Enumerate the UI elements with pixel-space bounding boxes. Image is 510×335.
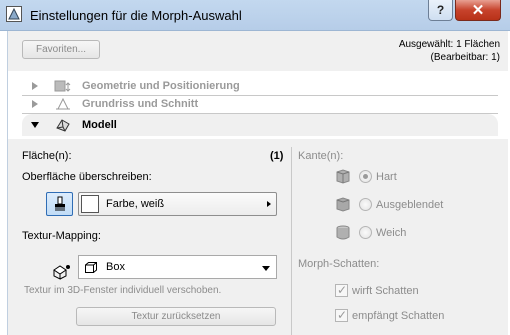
edge-smooth-label: Weich bbox=[376, 227, 407, 239]
receives-shadows-label: empfängt Schatten bbox=[352, 310, 445, 322]
tree-item-floorplan[interactable]: Grundriss und Schnitt bbox=[22, 95, 498, 114]
help-icon: ? bbox=[436, 3, 445, 17]
selection-info: Ausgewählt: 1 Flächen (Bearbeitbar: 1) bbox=[399, 38, 500, 64]
geometry-icon bbox=[54, 80, 71, 92]
close-icon: ✕ bbox=[471, 1, 485, 19]
panel-divider bbox=[291, 147, 292, 335]
expand-arrow-icon[interactable] bbox=[32, 100, 38, 108]
edge-hidden-label: Ausgeblendet bbox=[376, 199, 444, 211]
chevron-down-icon bbox=[262, 266, 270, 271]
collapse-arrow-icon[interactable] bbox=[31, 122, 39, 128]
model-icon bbox=[56, 119, 70, 132]
selected-count: Ausgewählt: 1 Flächen bbox=[398, 39, 500, 50]
smooth-edge-icon bbox=[336, 225, 350, 240]
reset-texture-button[interactable]: Textur zurücksetzen bbox=[76, 307, 276, 326]
tree-item-model[interactable]: Modell bbox=[22, 114, 498, 136]
casts-shadows-label: wirft Schatten bbox=[352, 285, 419, 297]
tree-item-label: Geometrie und Positionierung bbox=[82, 80, 240, 92]
edge-hidden-radio[interactable] bbox=[359, 198, 372, 211]
morph-app-icon bbox=[6, 6, 22, 22]
edge-hard-label: Hart bbox=[376, 171, 397, 183]
floorplan-icon bbox=[56, 97, 70, 110]
texture-mapping-icon bbox=[53, 265, 70, 280]
casts-shadows-checkbox[interactable]: ✓ bbox=[335, 283, 348, 297]
texture-mapping-value: Box bbox=[106, 261, 125, 273]
material-picker[interactable]: Farbe, weiß bbox=[78, 192, 277, 216]
expand-arrow-icon[interactable] bbox=[32, 82, 38, 90]
edge-hard-radio[interactable] bbox=[359, 170, 372, 183]
override-surface-toggle[interactable] bbox=[46, 192, 73, 216]
dialog-client-area: Favoriten... Ausgewählt: 1 Flächen (Bear… bbox=[7, 31, 508, 335]
checkmark-icon: ✓ bbox=[337, 283, 348, 297]
edges-label: Kante(n): bbox=[298, 150, 344, 162]
edge-smooth-radio[interactable] bbox=[359, 226, 372, 239]
favorites-button[interactable]: Favoriten... bbox=[22, 40, 100, 59]
hard-edge-icon bbox=[336, 169, 350, 184]
morph-shadows-label: Morph-Schatten: bbox=[298, 258, 380, 270]
model-panel: Fläche(n): (1) Oberfläche überschreiben:… bbox=[8, 139, 508, 335]
material-name: Farbe, weiß bbox=[106, 198, 165, 210]
hidden-edge-icon bbox=[336, 197, 350, 212]
chevron-right-icon bbox=[267, 201, 271, 207]
override-surface-label: Oberfläche überschreiben: bbox=[22, 171, 152, 183]
tree-item-label: Grundriss und Schnitt bbox=[82, 98, 199, 110]
faces-count: (1) bbox=[270, 150, 284, 162]
material-swatch bbox=[81, 195, 99, 213]
header-area: Favoriten... Ausgewählt: 1 Flächen (Bear… bbox=[8, 31, 508, 71]
checkmark-icon: ✓ bbox=[337, 308, 348, 322]
texture-note: Textur im 3D-Fenster individuell verscho… bbox=[24, 285, 222, 296]
help-button[interactable]: ? bbox=[428, 0, 453, 21]
faces-label: Fläche(n): bbox=[22, 150, 72, 162]
editable-count: (Bearbeitbar: 1) bbox=[430, 52, 500, 63]
settings-tree: Geometrie und Positionierung Grundriss u… bbox=[8, 71, 508, 139]
texture-mapping-select[interactable]: Box bbox=[78, 255, 277, 279]
tree-item-geometry[interactable]: Geometrie und Positionierung bbox=[22, 77, 498, 96]
tree-item-label: Modell bbox=[82, 119, 117, 131]
box-mapping-icon bbox=[85, 262, 97, 273]
receives-shadows-checkbox[interactable]: ✓ bbox=[335, 308, 348, 322]
brush-icon bbox=[54, 196, 65, 211]
window-titlebar[interactable]: Einstellungen für die Morph-Auswahl ? ✕ bbox=[0, 0, 510, 31]
window-title: Einstellungen für die Morph-Auswahl bbox=[30, 8, 242, 23]
texture-mapping-label: Textur-Mapping: bbox=[22, 230, 101, 242]
close-button[interactable]: ✕ bbox=[455, 0, 501, 21]
